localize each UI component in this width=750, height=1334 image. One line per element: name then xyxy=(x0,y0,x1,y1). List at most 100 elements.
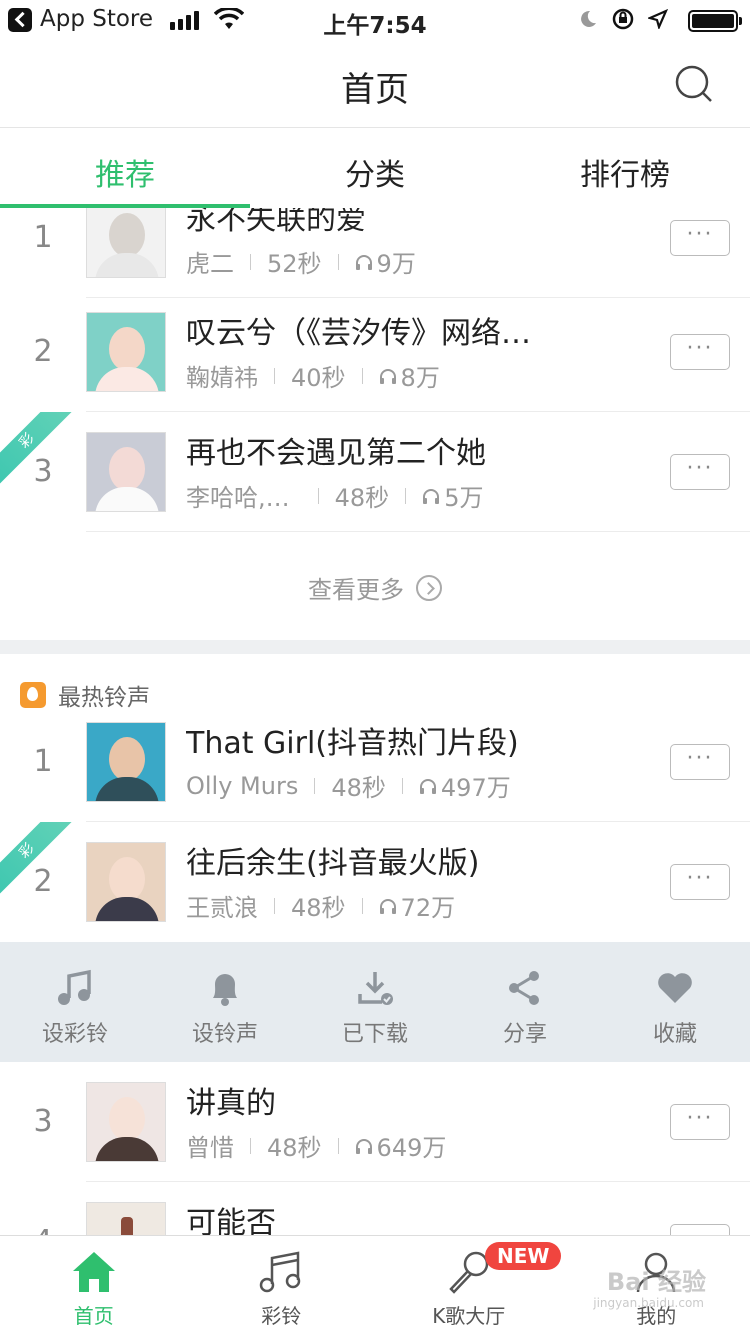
song-title: That Girl(抖音热门片段) xyxy=(186,726,519,761)
song-meta: 李哈哈,… 48秒 5万 xyxy=(186,478,483,513)
song-thumbnail xyxy=(86,312,166,392)
song-meta: 曾惜 48秒 649万 xyxy=(186,1128,446,1163)
moon-icon xyxy=(581,10,596,27)
play-count: 649万 xyxy=(376,1134,447,1162)
artist-name: 王贰浪 xyxy=(186,894,258,922)
nav-label: 首页 xyxy=(73,1304,114,1328)
nav-ringback[interactable]: 彩铃 xyxy=(188,1236,376,1334)
song-title: 讲真的 xyxy=(186,1086,276,1121)
headphones-icon xyxy=(379,368,396,384)
rank-number: 1 xyxy=(33,744,53,779)
nav-label: K歌大厅 xyxy=(432,1304,506,1328)
duration: 52秒 xyxy=(267,250,322,278)
action-label: 收藏 xyxy=(652,1022,697,1047)
more-button[interactable]: ··· xyxy=(670,334,730,370)
home-icon xyxy=(72,1252,115,1292)
favorite-button[interactable]: 收藏 xyxy=(600,942,750,1062)
music-note-icon xyxy=(58,969,91,1005)
song-action-bar: 设彩铃 设铃声 已下载 分享 收藏 xyxy=(0,942,750,1062)
more-button[interactable]: ··· xyxy=(670,864,730,900)
status-bar: App Store 上午7:54 xyxy=(0,0,750,40)
location-icon xyxy=(648,9,668,29)
watermark: Bai 经验 xyxy=(606,1268,706,1296)
set-ringback-button[interactable]: 设彩铃 xyxy=(0,942,150,1062)
more-button[interactable]: ··· xyxy=(670,1224,730,1235)
list-item[interactable]: 3 讲真的 曾惜 48秒 649万 ··· xyxy=(0,1062,750,1182)
song-title: 再也不会遇见第二个她 xyxy=(186,436,486,471)
rotation-lock-icon xyxy=(612,8,634,30)
artist-name: 曾惜 xyxy=(186,1134,234,1162)
song-thumbnail xyxy=(86,432,166,512)
action-label: 设铃声 xyxy=(191,1022,258,1047)
headphones-icon xyxy=(355,254,372,270)
action-label: 分享 xyxy=(502,1022,547,1047)
share-button[interactable]: 分享 xyxy=(450,942,600,1062)
headphones-icon xyxy=(419,778,436,794)
song-thumbnail xyxy=(86,1082,166,1162)
section-divider xyxy=(0,640,750,654)
heart-icon xyxy=(658,973,692,1003)
watermark-url: jingyan.baidu.com xyxy=(593,1296,704,1310)
rank-number: 4 xyxy=(0,1224,86,1235)
view-more-link[interactable]: 查看更多 xyxy=(0,570,750,605)
music-notes-icon xyxy=(260,1251,301,1293)
share-icon xyxy=(509,971,539,1005)
duration: 48秒 xyxy=(267,1134,322,1162)
headphones-icon xyxy=(355,1138,372,1154)
more-button[interactable]: ··· xyxy=(670,1104,730,1140)
battery-icon xyxy=(688,10,742,32)
new-badge: NEW xyxy=(485,1242,562,1270)
list-item[interactable]: 2 叹云兮（《芸汐传》网络… 鞠婧祎 40秒 8万 ··· xyxy=(0,292,750,412)
nav-karaoke[interactable]: NEW K歌大厅 xyxy=(375,1236,563,1334)
downloaded-button[interactable]: 已下载 xyxy=(300,942,450,1062)
tab-category[interactable]: 分类 xyxy=(250,128,500,208)
duration: 48秒 xyxy=(331,774,386,802)
search-icon[interactable] xyxy=(674,64,714,104)
song-title: 永不失联的爱 xyxy=(186,208,366,237)
more-button[interactable]: ··· xyxy=(670,454,730,490)
song-meta: 王贰浪 48秒 72万 xyxy=(186,888,455,923)
more-button[interactable]: ··· xyxy=(670,220,730,256)
song-meta: 虎二 52秒 9万 xyxy=(186,244,416,279)
action-label: 设彩铃 xyxy=(41,1022,108,1047)
headphones-icon xyxy=(423,488,440,504)
artist-name: 虎二 xyxy=(186,250,234,278)
duration: 48秒 xyxy=(334,484,390,512)
song-thumbnail xyxy=(86,722,166,802)
song-thumbnail xyxy=(86,842,166,922)
list-item[interactable]: 1 永不失联的爱 虎二 52秒 9万 ··· xyxy=(0,208,750,298)
duration: 40秒 xyxy=(291,364,346,392)
chevron-right-icon xyxy=(416,574,442,601)
nav-home[interactable]: 首页 xyxy=(0,1236,188,1334)
list-item[interactable]: 彩 2 往后余生(抖音最火版) 王贰浪 48秒 72万 ··· xyxy=(0,822,750,942)
nav-label: 彩铃 xyxy=(261,1304,302,1328)
rank-number: 2 xyxy=(33,864,53,899)
play-count: 9万 xyxy=(376,250,416,278)
rank-number: 3 xyxy=(33,454,53,489)
headphones-icon xyxy=(379,898,396,914)
rank-number: 1 xyxy=(33,220,53,255)
song-title: 可能否 xyxy=(186,1206,276,1235)
list-item[interactable]: 彩 3 再也不会遇见第二个她 李哈哈,… 48秒 5万 ··· xyxy=(0,412,750,532)
set-ringtone-button[interactable]: 设铃声 xyxy=(150,942,300,1062)
duration: 48秒 xyxy=(291,894,346,922)
rank-number: 3 xyxy=(33,1104,53,1139)
list-item[interactable]: 4 可能否 ··· xyxy=(0,1182,750,1235)
tab-ranking[interactable]: 排行榜 xyxy=(500,128,750,208)
action-label: 已下载 xyxy=(341,1022,408,1047)
rank-number: 2 xyxy=(33,334,53,369)
list-item[interactable]: 1 That Girl(抖音热门片段) Olly Murs 48秒 497万 ·… xyxy=(0,702,750,822)
bell-icon xyxy=(213,974,237,1006)
song-meta: Olly Murs 48秒 497万 xyxy=(186,768,511,803)
content-area[interactable]: 1 永不失联的爱 虎二 52秒 9万 ··· 2 叹云兮（《芸汐传》网络… 鞠婧… xyxy=(0,208,750,1235)
app-header: 首页 xyxy=(0,40,750,128)
page-title: 首页 xyxy=(341,70,409,110)
artist-name: 鞠婧祎 xyxy=(186,364,258,392)
play-count: 8万 xyxy=(400,364,440,392)
more-button[interactable]: ··· xyxy=(670,744,730,780)
play-count: 72万 xyxy=(400,894,456,922)
download-icon xyxy=(358,972,393,1005)
song-title: 叹云兮（《芸汐传》网络… xyxy=(186,316,531,351)
view-more-label: 查看更多 xyxy=(308,576,404,604)
tab-recommend[interactable]: 推荐 xyxy=(0,128,250,208)
